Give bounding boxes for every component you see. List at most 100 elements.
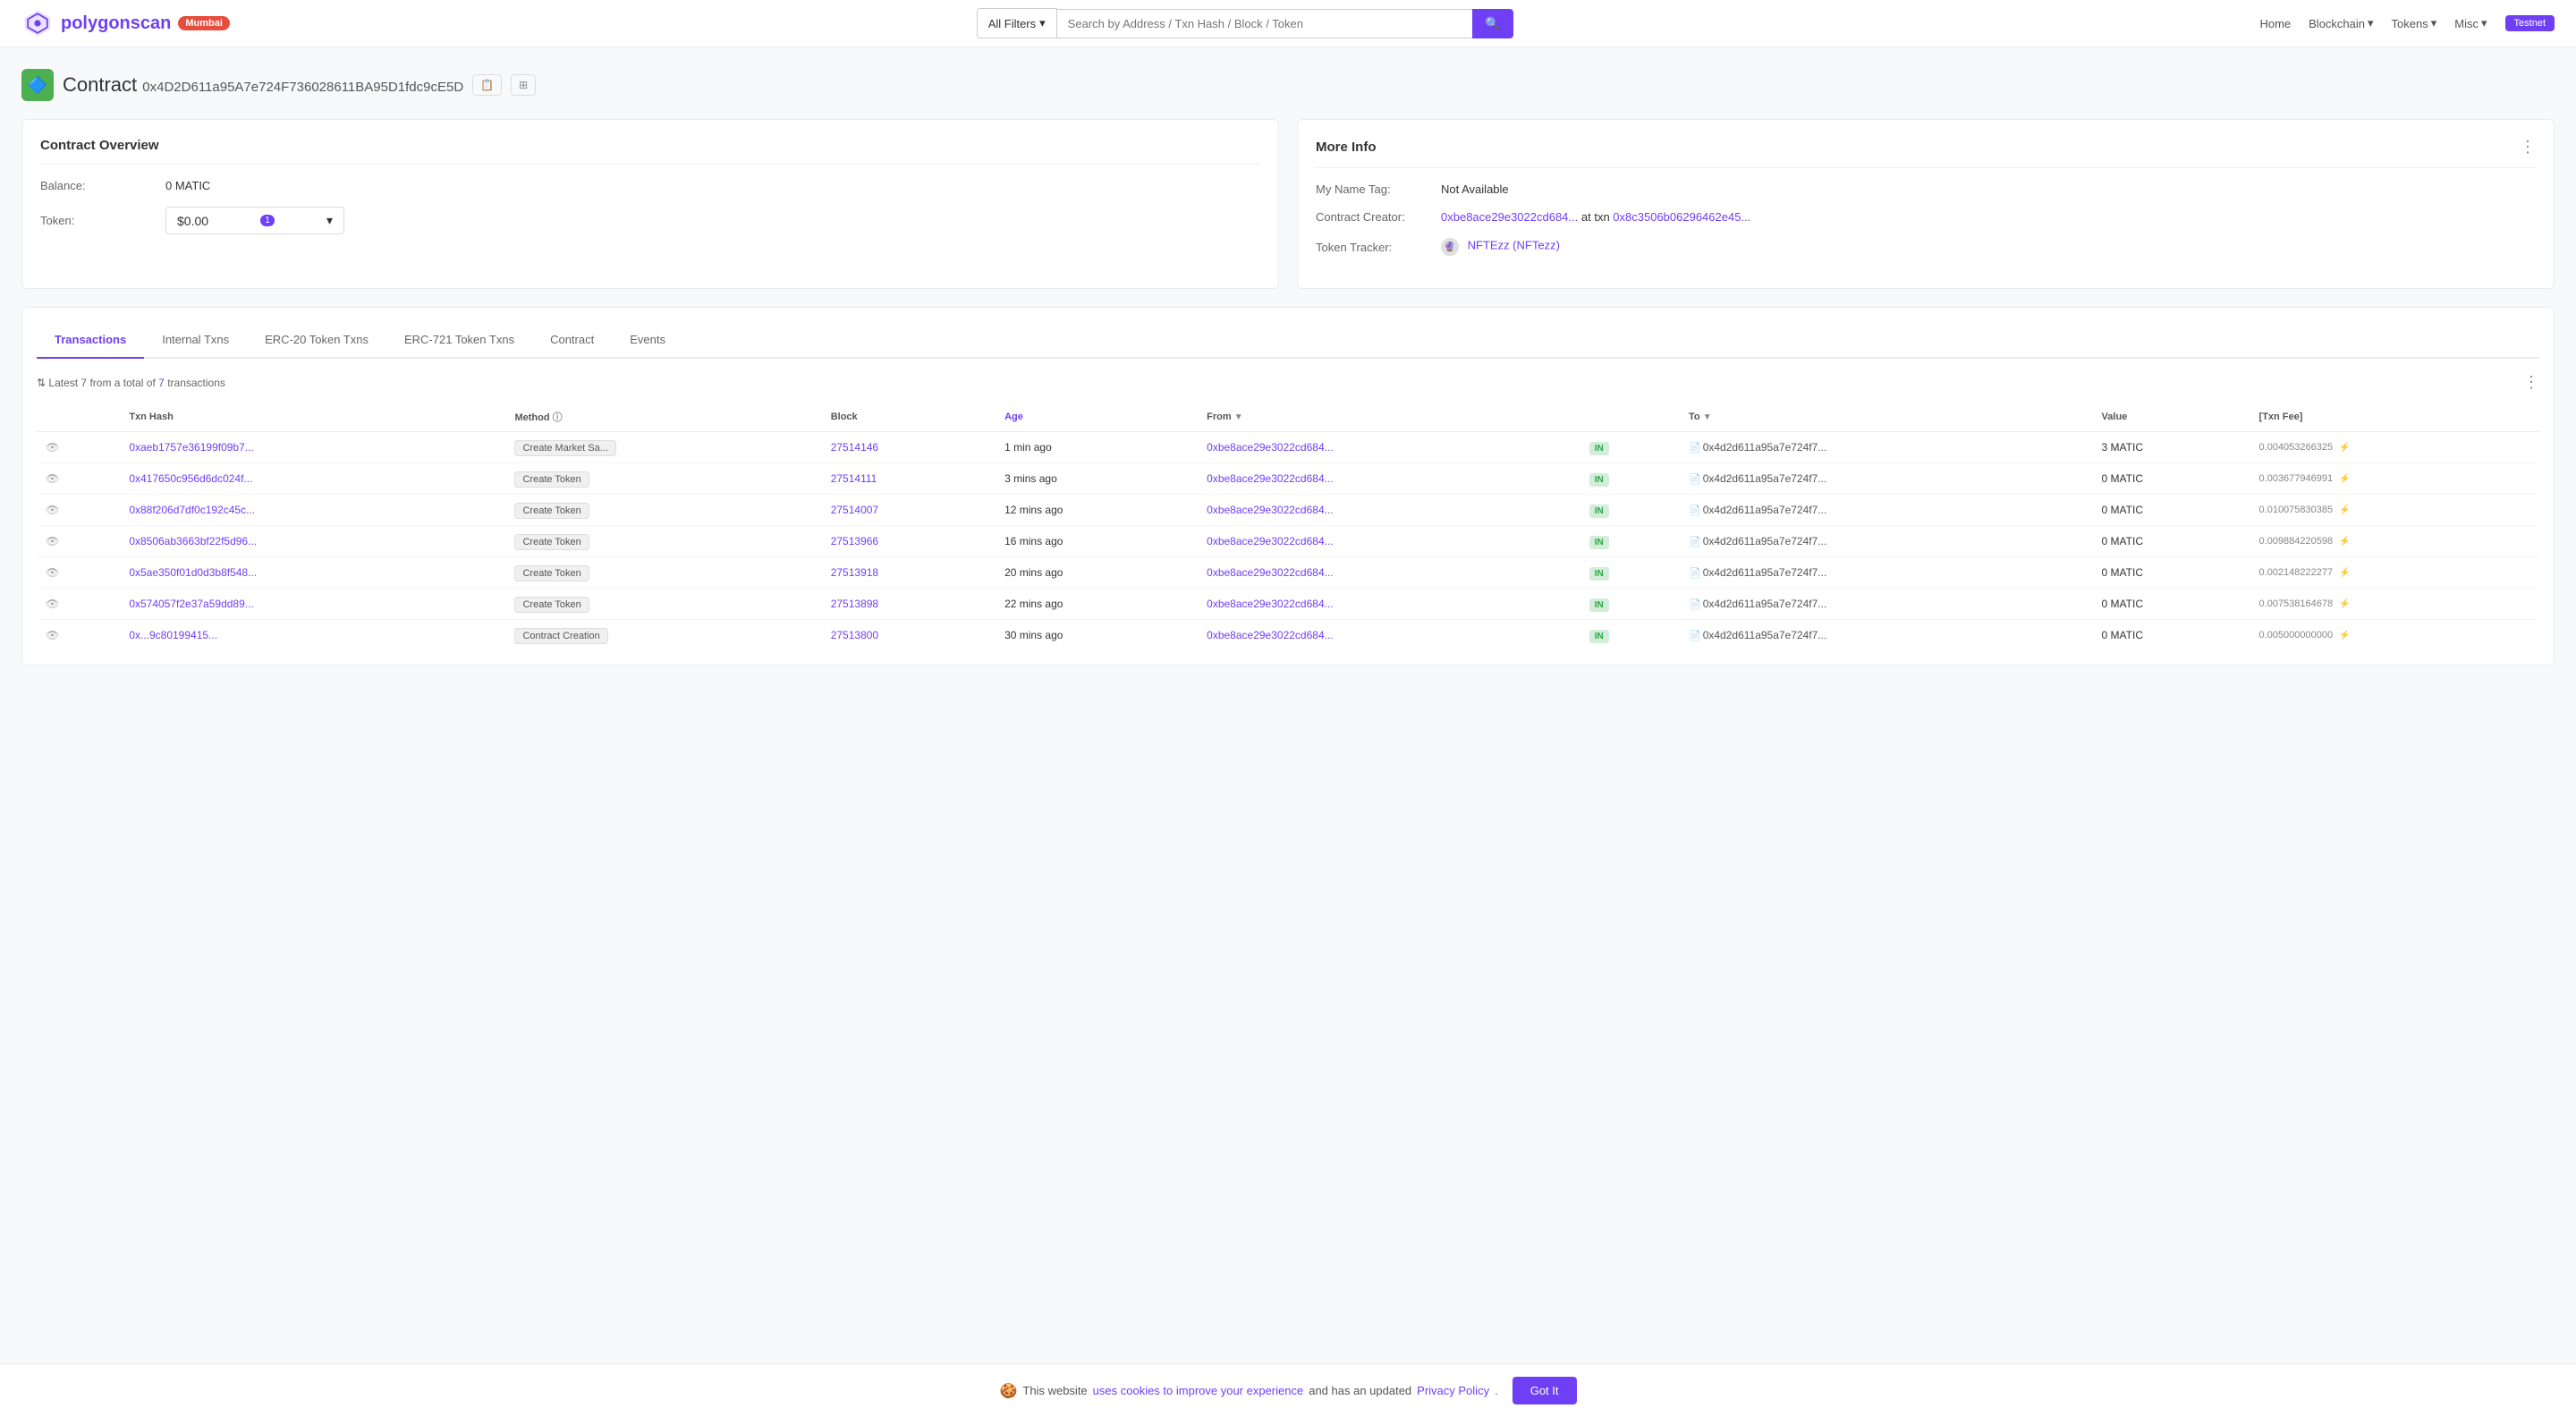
- row-block-6: 27513800: [822, 620, 996, 651]
- tab-internal-txns[interactable]: Internal Txns: [144, 322, 247, 359]
- eye-icon[interactable]: 👁: [46, 566, 59, 579]
- table-options-button[interactable]: ⋮: [2523, 373, 2539, 392]
- row-eye-1[interactable]: 👁: [37, 463, 120, 495]
- token-selector[interactable]: $0.00 1 ▾: [165, 207, 344, 234]
- txn-hash-link[interactable]: 0x...9c80199415...: [129, 629, 217, 641]
- block-link[interactable]: 27514007: [831, 504, 878, 516]
- block-link[interactable]: 27513918: [831, 566, 878, 579]
- filter-rows-icon: ⇅: [37, 377, 46, 389]
- row-fee-0: 0.004053266325 ⚡: [2250, 432, 2539, 463]
- tab-erc-721-token-txns[interactable]: ERC-721 Token Txns: [386, 322, 532, 359]
- lightning-icon: ⚡: [2339, 537, 2350, 547]
- main-nav: Home Blockchain ▾ Tokens ▾ Misc ▾ Testne…: [2259, 15, 2555, 31]
- block-link[interactable]: 27513966: [831, 535, 878, 547]
- block-link[interactable]: 27514111: [831, 472, 877, 485]
- creator-address-link[interactable]: 0xbe8ace29e3022cd684...: [1441, 210, 1578, 224]
- table-row: 👁 0x5ae350f01d0d3b8f548... Create Token …: [37, 557, 2539, 589]
- copy-address-button[interactable]: 📋: [472, 74, 502, 96]
- eye-icon[interactable]: 👁: [46, 629, 59, 641]
- to-address-link[interactable]: 0x4d2d611a95a7e724f7...: [1703, 629, 1827, 641]
- eye-icon[interactable]: 👁: [46, 441, 59, 454]
- tracker-icon: 🔮: [1441, 238, 1459, 256]
- row-hash-6: 0x...9c80199415...: [120, 620, 505, 651]
- contract-heading: 🔷 Contract 0x4D2D611a95A7e724F736028611B…: [21, 69, 2555, 101]
- method-badge: Create Token: [514, 597, 589, 613]
- from-address-link[interactable]: 0xbe8ace29e3022cd684...: [1207, 441, 1333, 454]
- txn-hash-link[interactable]: 0x5ae350f01d0d3b8f548...: [129, 566, 257, 579]
- from-address-link[interactable]: 0xbe8ace29e3022cd684...: [1207, 629, 1333, 641]
- row-eye-4[interactable]: 👁: [37, 557, 120, 589]
- got-it-button[interactable]: Got It: [1513, 1377, 1577, 1404]
- txn-hash-link[interactable]: 0x88f206d7df0c192c45c...: [129, 504, 255, 516]
- from-address-link[interactable]: 0xbe8ace29e3022cd684...: [1207, 535, 1333, 547]
- row-to-3: 📄0x4d2d611a95a7e724f7...: [1680, 526, 2093, 557]
- search-icon: 🔍: [1485, 16, 1500, 30]
- from-address-link[interactable]: 0xbe8ace29e3022cd684...: [1207, 598, 1333, 610]
- row-dir-6: IN: [1580, 620, 1680, 651]
- row-value-6: 0 MATIC: [2093, 620, 2250, 651]
- method-badge: Create Market Sa...: [514, 440, 615, 456]
- nav-misc[interactable]: Misc ▾: [2454, 16, 2487, 30]
- row-value-0: 3 MATIC: [2093, 432, 2250, 463]
- row-hash-3: 0x8506ab3663bf22f5d96...: [120, 526, 505, 557]
- col-fee: [Txn Fee]: [2250, 403, 2539, 432]
- filter-button[interactable]: All Filters ▾: [977, 8, 1057, 38]
- row-age-6: 30 mins ago: [996, 620, 1198, 651]
- row-from-0: 0xbe8ace29e3022cd684...: [1198, 432, 1580, 463]
- table-meta-text: ⇅ Latest 7 from a total of 7 transaction…: [37, 377, 225, 389]
- txn-hash-link[interactable]: 0x574057f2e37a59dd89...: [129, 598, 253, 610]
- eye-icon[interactable]: 👁: [46, 598, 59, 610]
- contract-overview-panel: Contract Overview Balance: 0 MATIC Token…: [21, 119, 1279, 289]
- to-address-link[interactable]: 0x4d2d611a95a7e724f7...: [1703, 504, 1827, 516]
- search-button[interactable]: 🔍: [1472, 9, 1513, 38]
- from-address-link[interactable]: 0xbe8ace29e3022cd684...: [1207, 472, 1333, 485]
- txn-hash-link[interactable]: 0xaeb1757e36199f09b7...: [129, 441, 253, 454]
- to-address-link[interactable]: 0x4d2d611a95a7e724f7...: [1703, 566, 1827, 579]
- block-link[interactable]: 27513898: [831, 598, 878, 610]
- from-filter-icon: ▼: [1234, 412, 1243, 422]
- cookie-link-experience[interactable]: uses cookies to improve your experience: [1093, 1384, 1304, 1397]
- tab-events[interactable]: Events: [612, 322, 683, 359]
- creator-txn-link[interactable]: 0x8c3506b06296462e45...: [1613, 210, 1750, 224]
- nav-tokens[interactable]: Tokens ▾: [2392, 16, 2437, 30]
- tab-erc-20-token-txns[interactable]: ERC-20 Token Txns: [247, 322, 386, 359]
- name-tag-label: My Name Tag:: [1316, 182, 1441, 196]
- txn-hash-link[interactable]: 0x417650c956d6dc024f...: [129, 472, 252, 485]
- nav-home[interactable]: Home: [2259, 17, 2291, 30]
- tab-contract[interactable]: Contract: [532, 322, 612, 359]
- row-eye-5[interactable]: 👁: [37, 589, 120, 620]
- row-age-2: 12 mins ago: [996, 495, 1198, 526]
- search-input[interactable]: [1057, 9, 1473, 38]
- row-eye-6[interactable]: 👁: [37, 620, 120, 651]
- tab-transactions[interactable]: Transactions: [37, 322, 144, 359]
- to-icon: 📄: [1689, 443, 1701, 454]
- qr-code-button[interactable]: ⊞: [511, 74, 536, 96]
- to-address-link[interactable]: 0x4d2d611a95a7e724f7...: [1703, 441, 1827, 454]
- to-filter-icon: ▼: [1703, 412, 1712, 422]
- from-address-link[interactable]: 0xbe8ace29e3022cd684...: [1207, 566, 1333, 579]
- col-age: Age: [996, 403, 1198, 432]
- more-options-button[interactable]: ⋮: [2520, 138, 2536, 157]
- eye-icon[interactable]: 👁: [46, 535, 59, 547]
- eye-icon[interactable]: 👁: [46, 472, 59, 485]
- row-eye-2[interactable]: 👁: [37, 495, 120, 526]
- row-hash-1: 0x417650c956d6dc024f...: [120, 463, 505, 495]
- row-block-1: 27514111: [822, 463, 996, 495]
- page-content: 🔷 Contract 0x4D2D611a95A7e724F736028611B…: [0, 47, 2576, 687]
- eye-icon[interactable]: 👁: [46, 504, 59, 516]
- creator-value: 0xbe8ace29e3022cd684... at txn 0x8c3506b…: [1441, 210, 1750, 224]
- txn-hash-link[interactable]: 0x8506ab3663bf22f5d96...: [129, 535, 257, 547]
- row-eye-0[interactable]: 👁: [37, 432, 120, 463]
- to-address-link[interactable]: 0x4d2d611a95a7e724f7...: [1703, 598, 1827, 610]
- row-value-3: 0 MATIC: [2093, 526, 2250, 557]
- block-link[interactable]: 27514146: [831, 441, 878, 454]
- nav-blockchain[interactable]: Blockchain ▾: [2309, 16, 2373, 30]
- row-eye-3[interactable]: 👁: [37, 526, 120, 557]
- col-eye: [37, 403, 120, 432]
- cookie-link-privacy[interactable]: Privacy Policy: [1417, 1384, 1489, 1397]
- to-address-link[interactable]: 0x4d2d611a95a7e724f7...: [1703, 472, 1827, 485]
- from-address-link[interactable]: 0xbe8ace29e3022cd684...: [1207, 504, 1333, 516]
- block-link[interactable]: 27513800: [831, 629, 878, 641]
- tracker-link[interactable]: NFTEzz (NFTezz): [1468, 239, 1560, 252]
- to-address-link[interactable]: 0x4d2d611a95a7e724f7...: [1703, 535, 1827, 547]
